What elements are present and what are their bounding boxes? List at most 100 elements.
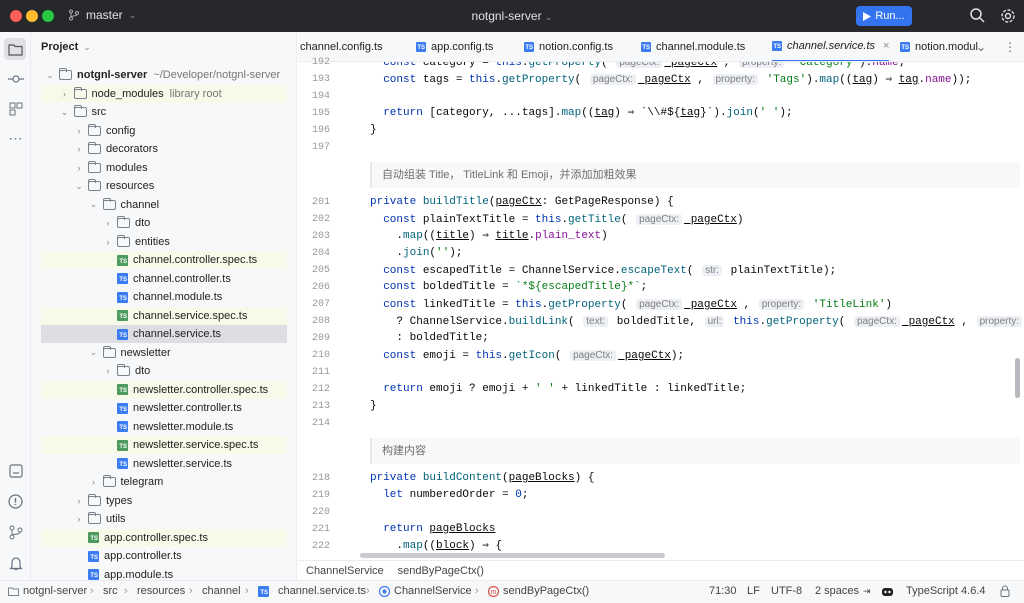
editor-vertical-scrollbar[interactable] — [1015, 358, 1020, 398]
tree-item[interactable]: TS newsletter.service.spec.ts — [41, 436, 287, 454]
tree-item[interactable]: TS channel.module.ts — [41, 288, 287, 306]
tree-item[interactable]: › utils — [41, 510, 287, 528]
tree-item[interactable]: ⌄ channel — [41, 196, 287, 214]
chevron-right-icon[interactable]: › — [103, 237, 113, 247]
tree-item[interactable]: TS channel.controller.ts — [41, 270, 287, 288]
folder-icon — [102, 345, 116, 358]
terminal-tool-button[interactable] — [7, 462, 24, 479]
chevron-right-icon[interactable]: › — [74, 144, 84, 154]
typescript-file-icon: TS — [258, 585, 269, 597]
gear-icon[interactable] — [1000, 8, 1016, 24]
code-token: pageCtx — [637, 74, 691, 86]
tree-item[interactable]: › modules — [41, 159, 287, 177]
tree-item[interactable]: TS channel.controller.spec.ts — [41, 251, 287, 269]
folder-icon — [73, 105, 87, 117]
inlay-hint: str: — [702, 265, 722, 276]
structure-tool-button[interactable] — [7, 100, 24, 117]
status-path-root[interactable]: notgnl-server — [8, 585, 87, 597]
tree-item[interactable]: TS channel.service.spec.ts — [41, 306, 287, 325]
chevron-right-icon[interactable]: › — [89, 477, 99, 487]
chevron-right-icon[interactable]: › — [74, 163, 84, 173]
tree-item[interactable]: TS newsletter.module.ts — [41, 418, 287, 436]
git-tool-button[interactable] — [7, 524, 24, 541]
code-token: ( — [554, 350, 569, 362]
path-segment[interactable]: src — [103, 585, 118, 597]
search-icon[interactable] — [970, 8, 985, 23]
tab-list-chevron-icon[interactable]: ⌄ — [976, 40, 986, 54]
tree-item[interactable]: › dto — [41, 362, 287, 380]
chevron-right-icon[interactable]: › — [74, 514, 84, 524]
tree-item[interactable]: › dto — [41, 214, 287, 232]
tree-item[interactable]: › decorators — [41, 140, 287, 158]
copilot-icon[interactable] — [881, 585, 894, 597]
crumb-class[interactable]: ChannelService — [306, 565, 384, 577]
indent-setting[interactable]: 2 spaces ⇥ — [815, 585, 871, 597]
line-separator[interactable]: LF — [747, 585, 760, 597]
close-tab-icon[interactable]: × — [883, 40, 889, 52]
commit-tool-button[interactable] — [7, 70, 24, 87]
code-line: return [category, ...tags].map((tag) ⇒ `… — [370, 105, 792, 122]
line-number: 206 — [311, 282, 330, 293]
status-method[interactable]: m sendByPageCtx() — [488, 585, 589, 597]
tree-item[interactable]: TS newsletter.controller.spec.ts — [41, 380, 287, 399]
chevron-right-icon[interactable]: › — [103, 218, 113, 228]
lock-icon[interactable] — [1000, 585, 1010, 597]
tree-item[interactable]: ⌄ resources — [41, 177, 287, 195]
path-segment[interactable]: channel — [202, 585, 241, 597]
chevron-down-icon[interactable]: ⌄ — [74, 181, 84, 192]
chevron-right-icon[interactable]: › — [74, 126, 84, 136]
editor-tab[interactable]: TS notion.modul — [900, 32, 978, 61]
tree-item[interactable]: TS newsletter.service.ts — [41, 455, 287, 473]
tree-item[interactable]: › node_modules library root — [41, 84, 287, 103]
more-tools-icon[interactable]: ⋯ — [7, 130, 24, 147]
editor-tab[interactable]: TS channel.service.ts × — [772, 32, 890, 61]
code-token: ; — [521, 489, 529, 501]
problems-tool-button[interactable] — [7, 493, 24, 510]
tree-item-label: telegram — [120, 476, 164, 488]
path-segment[interactable]: resources — [137, 585, 185, 597]
tree-item[interactable]: › telegram — [41, 473, 287, 491]
notifications-tool-button[interactable] — [7, 555, 24, 572]
status-file[interactable]: TS channel.service.ts — [258, 585, 366, 597]
code-line: const escapedTitle = ChannelService.esca… — [370, 262, 836, 279]
tree-item-label: channel.module.ts — [133, 291, 223, 303]
tree-item[interactable]: TS app.controller.ts — [41, 547, 287, 565]
tree-item[interactable]: ⌄ notgnl-server ~/Developer/notgnl-server — [41, 66, 287, 84]
tree-item[interactable]: › types — [41, 492, 287, 510]
editor-tab[interactable]: TS channel.module.ts — [641, 32, 745, 61]
tree-item[interactable]: ⌄ src — [41, 103, 287, 121]
tree-item[interactable]: › entities — [41, 233, 287, 251]
status-class[interactable]: ChannelService — [379, 585, 472, 597]
project-panel-header[interactable]: Project ⌄ — [41, 41, 91, 53]
tree-item[interactable]: › config — [41, 122, 287, 140]
tree-item-label: resources — [106, 180, 155, 192]
editor-horizontal-scrollbar[interactable] — [360, 553, 665, 558]
tree-item-note: library root — [169, 87, 222, 100]
run-button[interactable]: Run... — [856, 6, 912, 26]
tab-options-icon[interactable]: ⋮ — [1004, 40, 1016, 54]
editor-tab[interactable]: TS notion.config.ts — [524, 32, 613, 61]
language-version[interactable]: TypeScript 4.6.4 — [906, 585, 986, 597]
tree-item-label: app.controller.spec.ts — [104, 531, 208, 544]
crumb-method[interactable]: sendByPageCtx() — [398, 565, 484, 577]
chevron-down-icon[interactable]: ⌄ — [89, 199, 99, 210]
project-tool-button[interactable] — [4, 38, 26, 60]
chevron-right-icon[interactable]: › — [74, 496, 84, 506]
chevron-right-icon[interactable]: › — [103, 366, 113, 376]
code-token: ; — [898, 62, 906, 69]
tab-label: channel.service.ts — [787, 40, 876, 52]
editor-tab[interactable]: TS app.config.ts — [416, 32, 493, 61]
tree-item[interactable]: ⌄ newsletter — [41, 344, 287, 362]
tree-item[interactable]: TS channel.service.ts — [41, 325, 287, 343]
chevron-down-icon[interactable]: ⌄ — [89, 347, 99, 358]
code-token: ( — [502, 472, 509, 484]
chevron-down-icon[interactable]: ⌄ — [45, 70, 55, 81]
chevron-right-icon[interactable]: › — [60, 89, 70, 99]
caret-position[interactable]: 71:30 — [709, 585, 737, 597]
code-token: title — [436, 230, 470, 242]
file-encoding[interactable]: UTF-8 — [771, 585, 802, 597]
tree-item[interactable]: TS app.controller.spec.ts — [41, 528, 287, 547]
chevron-down-icon[interactable]: ⌄ — [60, 107, 70, 118]
code-editor[interactable]: const category = this.getProperty( pageC… — [356, 62, 1024, 560]
tree-item[interactable]: TS newsletter.controller.ts — [41, 399, 287, 417]
